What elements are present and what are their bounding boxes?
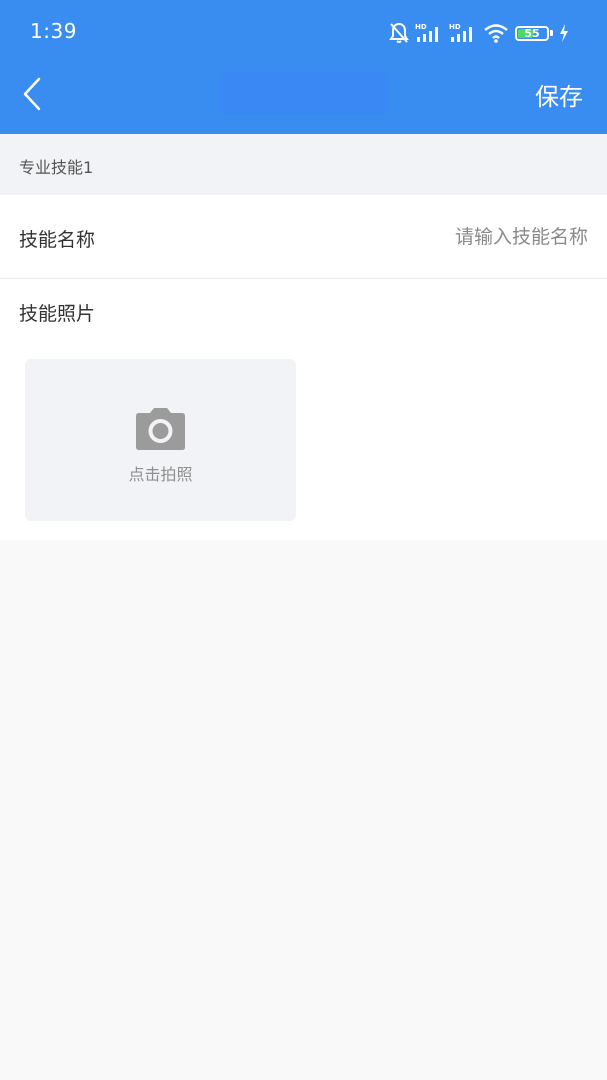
- mute-bell-icon: [389, 22, 409, 43]
- hd-signal-icon: HD: [449, 23, 472, 42]
- skill-name-input[interactable]: [328, 221, 588, 253]
- take-photo-label: 点击拍照: [128, 465, 193, 484]
- status-time: 1:39: [30, 19, 77, 43]
- chevron-left-icon: [23, 77, 41, 111]
- skill-form-card: 技能名称 技能照片 点击拍照: [0, 195, 607, 540]
- skill-name-label: 技能名称: [19, 229, 96, 251]
- battery-level: 55: [524, 26, 540, 40]
- section-header: 专业技能1: [0, 134, 607, 195]
- skill-photo-label: 技能照片: [19, 303, 96, 325]
- battery-icon: 55: [515, 25, 553, 41]
- hd-signal-icon: HD: [415, 23, 438, 42]
- svg-text:HD: HD: [415, 23, 427, 31]
- status-bar: 1:39 HD HD 55: [0, 0, 607, 64]
- charging-bolt-icon: [560, 24, 568, 42]
- take-photo-button[interactable]: 点击拍照: [25, 359, 296, 521]
- section-title: 专业技能1: [19, 158, 94, 177]
- camera-icon: [136, 408, 185, 450]
- battery-body: 55: [515, 25, 549, 41]
- nav-bar: 保存: [0, 64, 607, 134]
- wifi-icon: [484, 24, 508, 43]
- save-button[interactable]: 保存: [535, 77, 583, 112]
- battery-cap: [550, 30, 553, 36]
- svg-text:HD: HD: [449, 23, 461, 31]
- status-icons: HD HD 55: [389, 21, 569, 45]
- back-button[interactable]: [12, 74, 52, 114]
- skill-name-row: 技能名称: [0, 195, 607, 279]
- app-header: 1:39 HD HD 55 保存: [0, 0, 607, 134]
- page-title: [220, 72, 388, 114]
